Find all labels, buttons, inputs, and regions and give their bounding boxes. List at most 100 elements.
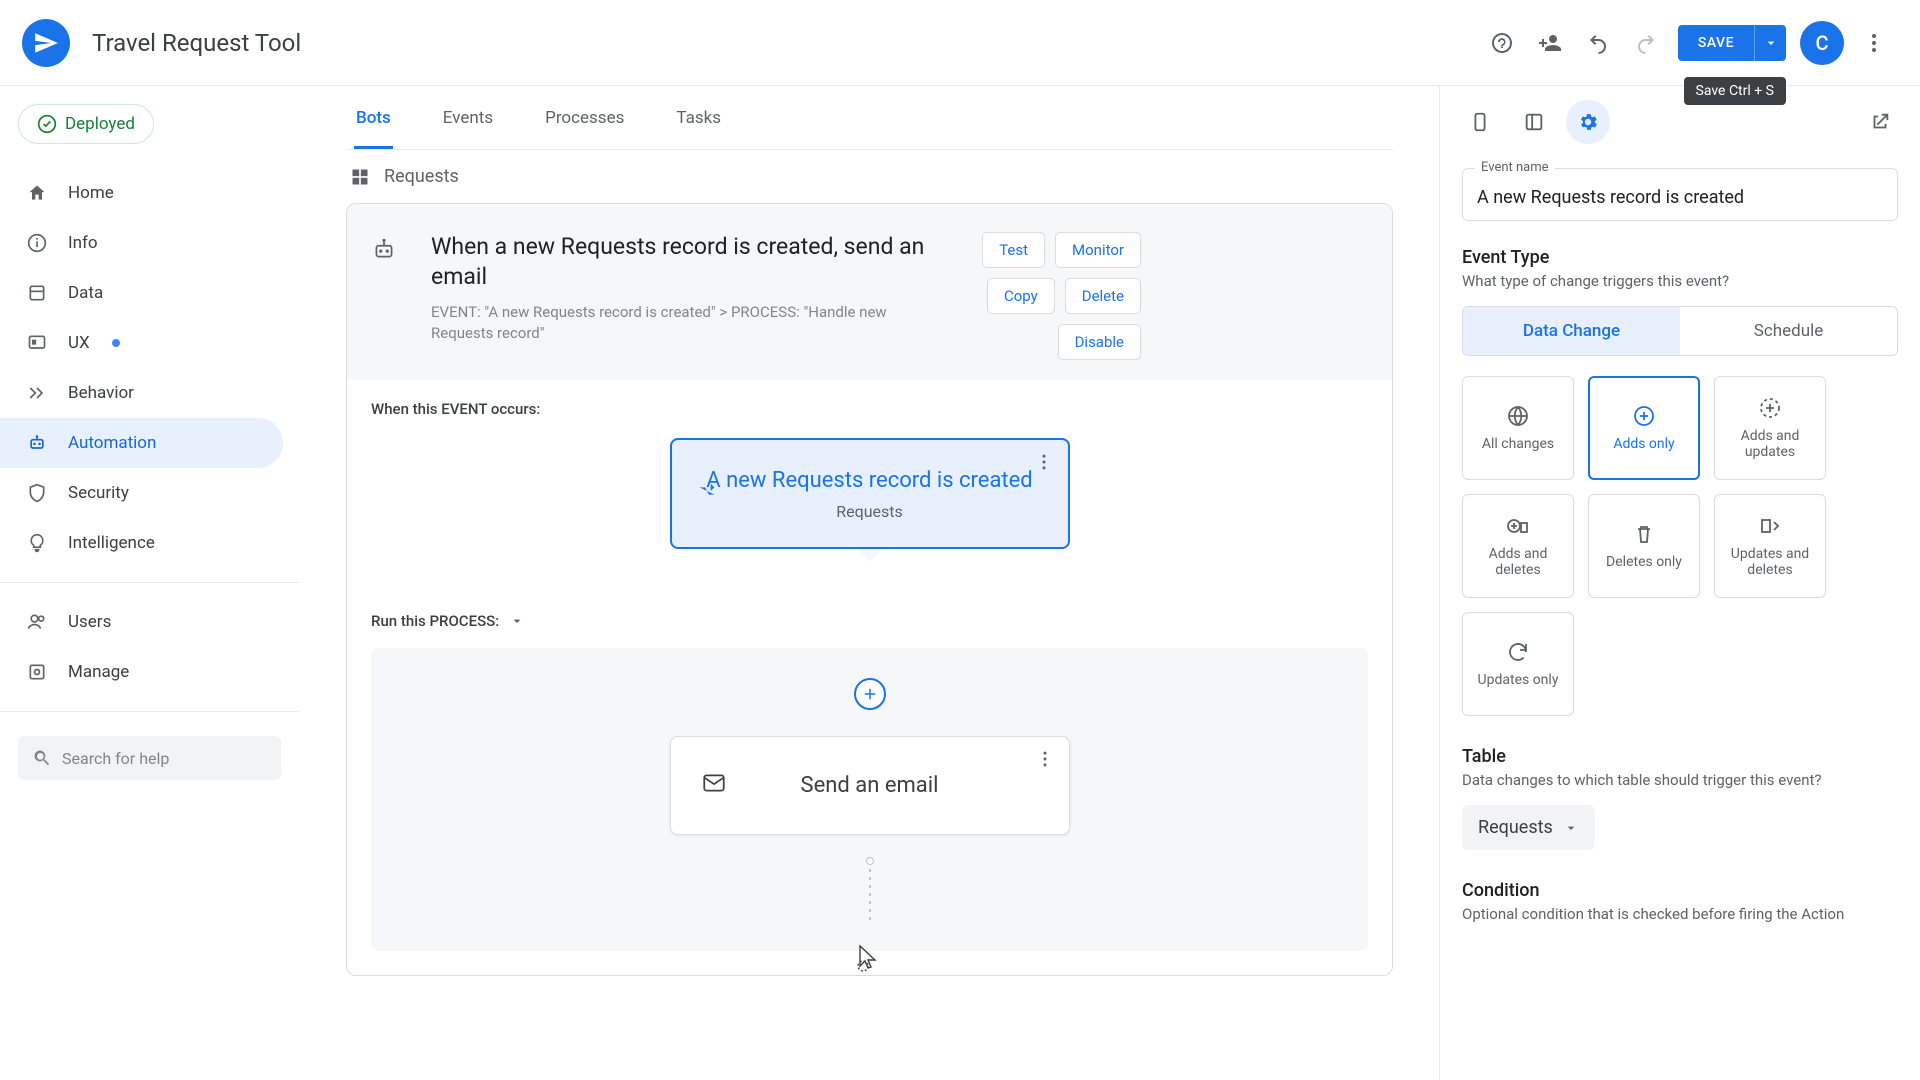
sidebar-item-home[interactable]: Home xyxy=(0,168,283,218)
app-title: Travel Request Tool xyxy=(92,29,301,57)
step-node[interactable]: Send an email xyxy=(670,736,1070,835)
sidebar-item-label: Home xyxy=(68,183,114,203)
search-help-input[interactable]: Search for help xyxy=(18,736,281,780)
event-node-title: A new Requests record is created xyxy=(692,466,1048,496)
sidebar-item-manage[interactable]: Manage xyxy=(0,647,283,697)
event-node[interactable]: A new Requests record is created Request… xyxy=(670,438,1070,549)
user-avatar[interactable]: C xyxy=(1800,21,1844,65)
sidebar-divider xyxy=(0,582,299,583)
sidebar-item-users[interactable]: Users xyxy=(0,597,283,647)
table-select-value: Requests xyxy=(1478,817,1553,838)
breadcrumb[interactable]: Requests xyxy=(346,150,1393,203)
tab-events[interactable]: Events xyxy=(441,86,495,149)
sidebar-item-info[interactable]: Info xyxy=(0,218,283,268)
app-logo xyxy=(22,19,70,67)
sidebar-item-label: Behavior xyxy=(68,383,134,403)
sidebar-item-label: Security xyxy=(68,483,129,503)
opt-adds-deletes[interactable]: Adds and deletes xyxy=(1462,494,1574,598)
node-menu-icon[interactable] xyxy=(1035,749,1055,773)
seg-schedule[interactable]: Schedule xyxy=(1680,307,1897,355)
redo-icon[interactable] xyxy=(1626,23,1666,63)
shuffle-icon xyxy=(696,480,718,506)
condition-desc: Optional condition that is checked befor… xyxy=(1462,905,1898,923)
save-dropdown-button[interactable] xyxy=(1754,25,1786,61)
condition-title: Condition xyxy=(1462,880,1898,901)
breadcrumb-label: Requests xyxy=(384,166,459,187)
opt-updates-deletes[interactable]: Updates and deletes xyxy=(1714,494,1826,598)
sidebar-divider xyxy=(0,711,299,712)
open-external-icon[interactable] xyxy=(1858,100,1902,144)
process-section-label-row[interactable]: Run this PROCESS: xyxy=(347,588,1392,630)
preview-tablet-icon[interactable] xyxy=(1512,100,1556,144)
opt-all-changes[interactable]: All changes xyxy=(1462,376,1574,480)
users-icon xyxy=(26,611,48,633)
sidebar-item-security[interactable]: Security xyxy=(0,468,283,518)
event-type-desc: What type of change triggers this event? xyxy=(1462,272,1898,290)
sidebar-item-label: UX xyxy=(68,333,90,353)
preview-phone-icon[interactable] xyxy=(1458,100,1502,144)
behavior-icon xyxy=(26,382,48,404)
tab-processes[interactable]: Processes xyxy=(543,86,626,149)
sidebar-item-automation[interactable]: Automation xyxy=(0,418,283,468)
update-trash-icon xyxy=(1758,514,1782,538)
sidebar-item-label: Automation xyxy=(68,433,156,453)
sidebar-item-label: Users xyxy=(68,612,111,632)
help-icon[interactable] xyxy=(1482,23,1522,63)
event-name-field[interactable]: Event name xyxy=(1462,168,1898,221)
top-bar: Travel Request Tool SAVE Save Ctrl + S C xyxy=(0,0,1920,86)
right-panel: Event name Event Type What type of chang… xyxy=(1440,86,1920,1080)
opt-updates-only[interactable]: Updates only xyxy=(1462,612,1574,716)
step-node-title: Send an email xyxy=(691,773,1049,798)
bot-icon xyxy=(371,232,407,360)
save-button-group: SAVE Save Ctrl + S xyxy=(1678,25,1786,61)
bulb-icon xyxy=(26,532,48,554)
sidebar-item-ux[interactable]: UX xyxy=(0,318,283,368)
sidebar-item-intelligence[interactable]: Intelligence xyxy=(0,518,283,568)
notification-dot-icon xyxy=(112,339,120,347)
tab-bots[interactable]: Bots xyxy=(354,86,393,149)
more-icon[interactable] xyxy=(1854,23,1894,63)
add-user-icon[interactable] xyxy=(1530,23,1570,63)
opt-adds-updates[interactable]: Adds and updates xyxy=(1714,376,1826,480)
home-icon xyxy=(26,182,48,204)
sidebar-item-label: Manage xyxy=(68,662,129,682)
bot-action-test[interactable]: Test xyxy=(982,232,1045,268)
event-node-subtitle: Requests xyxy=(692,502,1048,521)
tab-tasks[interactable]: Tasks xyxy=(674,86,723,149)
bot-subtitle: EVENT: "A new Requests record is created… xyxy=(431,302,941,344)
save-button[interactable]: SAVE xyxy=(1678,25,1754,61)
undo-icon[interactable] xyxy=(1578,23,1618,63)
sidebar-item-label: Info xyxy=(68,233,98,253)
bot-actions: Test Monitor Copy Delete Disable xyxy=(941,232,1141,360)
add-step-button[interactable] xyxy=(854,678,886,710)
event-type-segmented: Data Change Schedule xyxy=(1462,306,1898,356)
event-name-input[interactable] xyxy=(1477,187,1883,208)
bot-action-monitor[interactable]: Monitor xyxy=(1055,232,1141,268)
grid-icon xyxy=(350,167,370,187)
process-body: Send an email xyxy=(371,648,1368,951)
chevron-down-icon xyxy=(509,613,525,629)
node-menu-icon[interactable] xyxy=(1034,452,1054,476)
sidebar-item-label: Data xyxy=(68,283,103,303)
seg-data-change[interactable]: Data Change xyxy=(1463,307,1680,355)
table-title: Table xyxy=(1462,746,1898,767)
center-tabs: Bots Events Processes Tasks xyxy=(346,86,1393,150)
chevron-down-icon xyxy=(1563,820,1579,836)
process-section-label: Run this PROCESS: xyxy=(371,612,499,630)
deployed-badge: Deployed xyxy=(18,104,154,144)
bot-card: When a new Requests record is created, s… xyxy=(346,203,1393,976)
bot-action-disable[interactable]: Disable xyxy=(1058,324,1141,360)
bot-action-delete[interactable]: Delete xyxy=(1065,278,1141,314)
sidebar-item-behavior[interactable]: Behavior xyxy=(0,368,283,418)
connector-notch xyxy=(856,548,884,562)
data-icon xyxy=(26,282,48,304)
connector-dotted xyxy=(869,861,871,921)
bot-action-copy[interactable]: Copy xyxy=(987,278,1055,314)
settings-icon[interactable] xyxy=(1566,100,1610,144)
sidebar-item-label: Intelligence xyxy=(68,533,155,553)
opt-adds-only[interactable]: Adds only xyxy=(1588,376,1700,480)
table-select[interactable]: Requests xyxy=(1462,805,1595,850)
opt-deletes-only[interactable]: Deletes only xyxy=(1588,494,1700,598)
search-placeholder: Search for help xyxy=(62,749,169,768)
sidebar-item-data[interactable]: Data xyxy=(0,268,283,318)
